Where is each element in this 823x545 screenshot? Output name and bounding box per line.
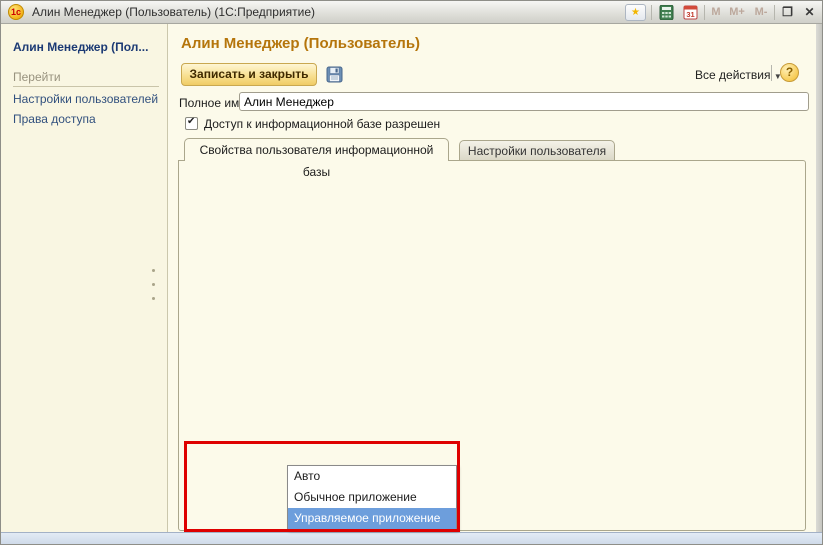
titlebar-separator [704,5,705,20]
sidebar-title: Алин Менеджер (Пол... [1,24,167,54]
all-actions-button[interactable]: Все действия ▼ [695,68,782,82]
save-close-button[interactable]: Записать и закрыть [181,63,317,86]
window-title: Алин Менеджер (Пользователь) (1С:Предпри… [32,1,315,23]
dropdown-option-managed[interactable]: Управляемое приложение [288,508,456,529]
tab-panel [178,160,806,531]
svg-text:31: 31 [686,10,694,19]
favorites-icon[interactable]: ★ [625,4,646,21]
app-window: 1c Алин Менеджер (Пользователь) (1С:Пред… [0,0,823,545]
sidebar-splitter[interactable] [152,269,155,311]
page-title: Алин Менеджер (Пользователь) [181,35,420,52]
tab-user-settings[interactable]: Настройки пользователя [459,140,615,161]
star-icon: ★ [626,5,645,20]
close-button[interactable]: ✕ [800,4,819,21]
access-granted-checkbox[interactable] [185,117,198,130]
sidebar: Алин Менеджер (Пол... Перейти Настройки … [1,24,168,532]
nav-section-label: Перейти [13,70,159,87]
memory-plus-button[interactable]: М+ [726,4,748,21]
full-name-input[interactable] [239,92,809,111]
run-mode-dropdown: Авто Обычное приложение Управляемое прил… [287,465,457,530]
status-bar [1,532,822,545]
titlebar-separator [651,5,652,20]
calendar-icon[interactable]: 31 [680,4,700,21]
access-granted-label: Доступ к информационной базе разрешен [204,117,440,131]
memory-recall-button[interactable]: М [707,4,725,21]
dropdown-option-auto[interactable]: Авто [288,466,456,487]
dropdown-option-ordinary[interactable]: Обычное приложение [288,487,456,508]
all-actions-label: Все действия [695,68,770,82]
save-icon[interactable] [325,65,344,84]
maximize-button[interactable]: ❐ [778,4,797,21]
titlebar-separator [774,5,775,20]
titlebar: 1c Алин Менеджер (Пользователь) (1С:Пред… [1,1,822,24]
sidebar-item-user-settings[interactable]: Настройки пользователей [1,89,167,109]
calculator-icon[interactable] [656,4,676,21]
1c-logo-icon: 1c [8,4,24,20]
memory-minus-button[interactable]: М- [750,4,772,21]
toolbar-separator [771,65,772,81]
window-right-frame [816,24,823,532]
help-button[interactable]: ? [780,63,799,82]
sidebar-item-access-rights[interactable]: Права доступа [1,109,167,129]
tab-user-properties[interactable]: Свойства пользователя информационной баз… [184,138,449,161]
